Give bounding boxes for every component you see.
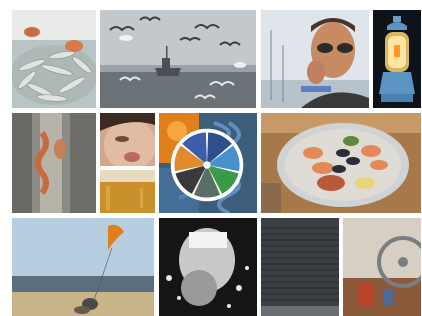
beer-glass-photo bbox=[100, 170, 155, 213]
fish-catch-photo bbox=[12, 10, 96, 108]
woman-tasting-drink-photo bbox=[100, 113, 155, 166]
roller-shutter-door-photo bbox=[261, 218, 339, 316]
color-wheel-logo bbox=[170, 128, 244, 202]
man-with-sunglasses-photo bbox=[261, 10, 369, 108]
seafood-platter-photo bbox=[261, 113, 421, 213]
wooden-post-with-rope-photo bbox=[12, 113, 96, 213]
seagulls-over-fishing-boat-photo bbox=[100, 10, 256, 108]
ship-wheel-cafe-photo bbox=[343, 218, 421, 316]
storm-lantern-photo bbox=[373, 10, 421, 108]
beach-kitesurfing-photo bbox=[12, 218, 154, 316]
child-splashing-water-photo bbox=[159, 218, 257, 316]
